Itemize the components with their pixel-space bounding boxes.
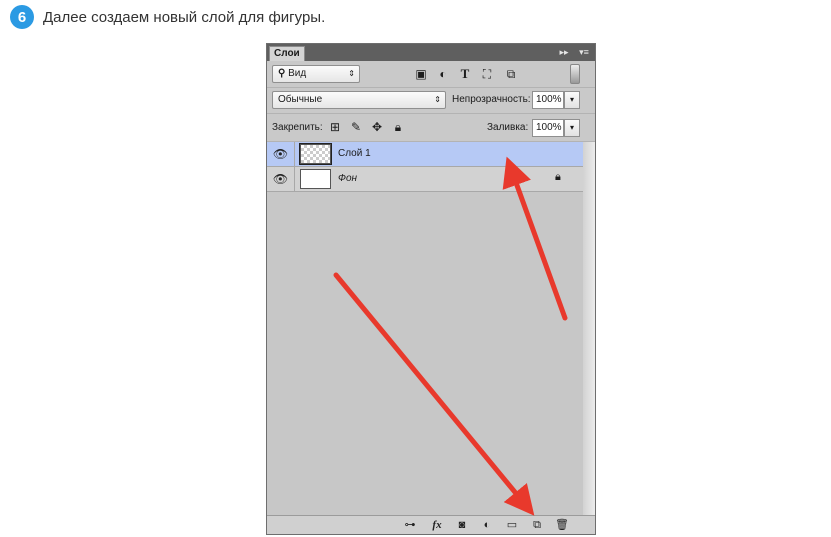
filter-kind-label: Вид	[288, 68, 307, 79]
blend-mode-value: Обычные	[278, 94, 323, 105]
mask-icon[interactable]: ◙	[454, 518, 470, 533]
lock-brush-icon[interactable]: ✎	[348, 119, 364, 135]
layer-thumbnail	[299, 143, 332, 165]
layer-row[interactable]: 👁︎ Фон 🔒︎	[267, 167, 583, 192]
panel-menu-icon[interactable]: ▾≡	[577, 44, 591, 61]
adjustment-filter-icon[interactable]: ◐	[435, 66, 451, 82]
lock-icon: 🔒︎	[555, 171, 561, 183]
shape-filter-icon[interactable]: ⛶	[479, 66, 495, 82]
tab-layers[interactable]: Слои	[269, 46, 305, 61]
image-filter-icon[interactable]: ▣	[413, 66, 429, 82]
smart-object-filter-icon[interactable]: ⧉	[503, 66, 519, 82]
blend-row: Обычные ⇕ Непрозрачность: 100% ▾	[267, 88, 595, 114]
lock-all-icon[interactable]: 🔒︎	[390, 119, 406, 135]
layer-name: Слой 1	[338, 148, 371, 159]
lock-transparency-icon[interactable]: ⊞	[327, 119, 343, 135]
trash-icon[interactable]: 🗑︎	[554, 518, 570, 533]
lock-label: Закрепить:	[272, 122, 323, 133]
adjustment-icon[interactable]: ◐	[479, 518, 495, 533]
layers-scrollbar[interactable]	[583, 142, 595, 515]
fill-label: Заливка:	[487, 122, 529, 133]
opacity-label: Непрозрачность:	[452, 94, 531, 105]
opacity-input[interactable]: 100%	[532, 91, 564, 109]
panel-tab-bar: Слои ▸▸ ▾≡	[267, 44, 595, 61]
folder-icon[interactable]: ▭	[504, 518, 520, 533]
double-arrow-icon[interactable]: ▸▸	[557, 44, 571, 61]
layers-panel: Слои ▸▸ ▾≡ ⚲ Вид ⇕ ▣ ◐ T ⛶ ⧉ Обычные ⇕ Н…	[266, 43, 596, 535]
step-number-badge: 6	[10, 5, 34, 29]
stepper-arrows-icon: ⇕	[348, 69, 355, 78]
panel-bottom-bar: ⊶ fx ◙ ◐ ▭ ⧉ 🗑︎	[267, 515, 595, 534]
step-text: Далее создаем новый слой для фигуры.	[43, 8, 326, 26]
new-layer-icon[interactable]: ⧉	[529, 518, 545, 533]
stepper-arrows-icon: ⇕	[434, 95, 441, 104]
layer-name: Фон	[338, 173, 358, 184]
step-header: 6 Далее создаем новый слой для фигуры.	[10, 5, 325, 29]
layer-row[interactable]: 👁︎ Слой 1	[267, 142, 583, 167]
blend-mode-select[interactable]: Обычные ⇕	[272, 91, 446, 109]
filter-kind-select[interactable]: ⚲ Вид ⇕	[272, 65, 360, 83]
eye-icon[interactable]: 👁︎	[267, 142, 295, 166]
layer-thumbnail	[300, 169, 331, 189]
link-icon[interactable]: ⊶	[402, 518, 418, 533]
filter-toggle-icon[interactable]	[570, 64, 580, 84]
type-filter-icon[interactable]: T	[457, 66, 473, 82]
fill-dropdown-icon[interactable]: ▾	[564, 119, 580, 137]
filter-row: ⚲ Вид ⇕ ▣ ◐ T ⛶ ⧉	[267, 61, 595, 88]
fill-input[interactable]: 100%	[532, 119, 564, 137]
opacity-dropdown-icon[interactable]: ▾	[564, 91, 580, 109]
eye-icon[interactable]: 👁︎	[267, 167, 295, 191]
fx-icon[interactable]: fx	[429, 518, 445, 533]
layers-list: 👁︎ Слой 1 👁︎ Фон 🔒︎	[267, 142, 583, 515]
search-icon: ⚲	[278, 68, 286, 79]
lock-row: Закрепить: ⊞ ✎ ✥ 🔒︎ Заливка: 100% ▾	[267, 114, 595, 142]
lock-move-icon[interactable]: ✥	[369, 119, 385, 135]
